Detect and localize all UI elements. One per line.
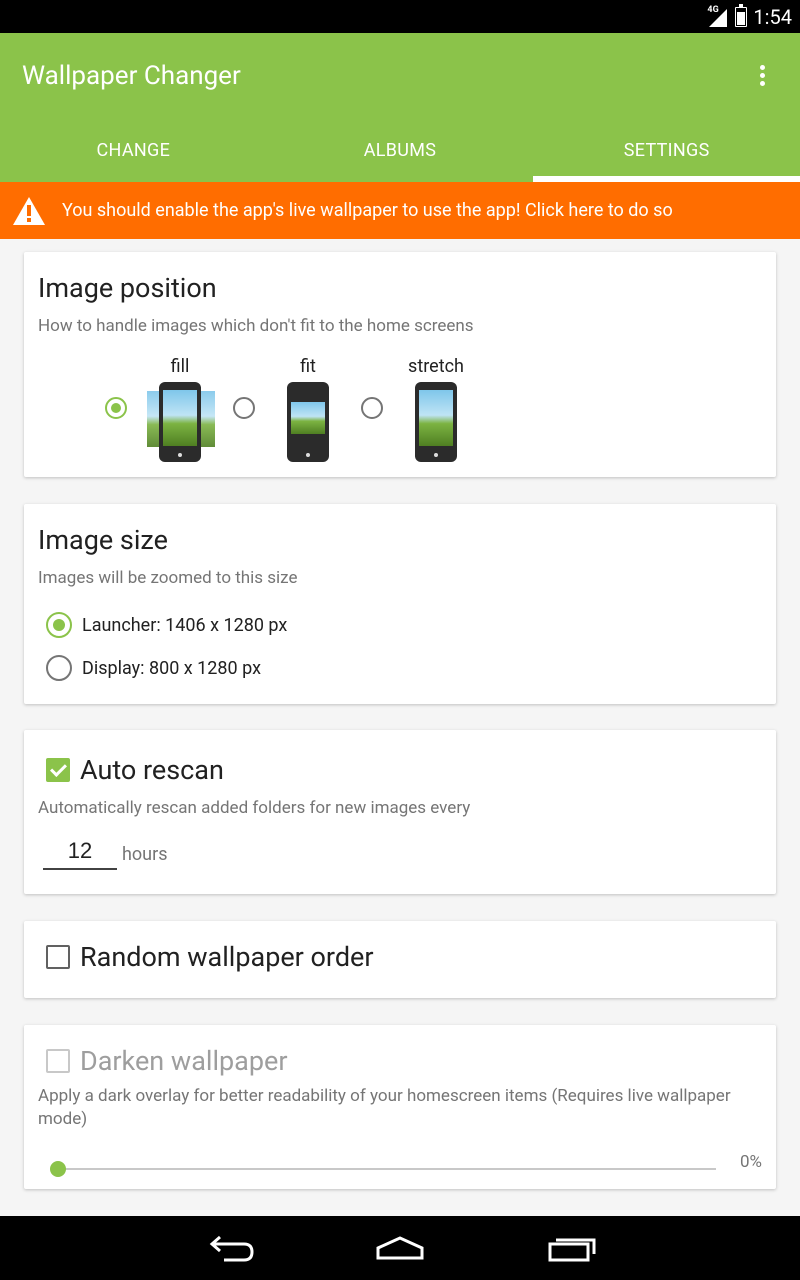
tab-bar: CHANGE ALBUMS SETTINGS [0, 118, 800, 182]
darken-slider-thumb[interactable] [50, 1161, 66, 1177]
display-size-radio[interactable] [46, 655, 72, 681]
home-icon[interactable] [370, 1232, 430, 1264]
position-stretch-radio[interactable] [361, 397, 383, 419]
fill-phone-icon [159, 382, 201, 462]
display-size-label: Display: 800 x 1280 px [82, 657, 262, 679]
auto-rescan-card: Auto rescan Automatically rescan added f… [24, 730, 776, 894]
position-fill-label: fill [170, 356, 190, 377]
banner-text: You should enable the app's live wallpap… [62, 200, 673, 221]
position-fit-radio[interactable] [233, 397, 255, 419]
clock: 1:54 [753, 4, 792, 29]
auto-rescan-toggle[interactable]: Auto rescan [46, 754, 224, 786]
image-size-card: Image size Images will be zoomed to this… [24, 504, 776, 704]
fit-phone-icon [287, 382, 329, 462]
overflow-menu-icon[interactable] [758, 65, 766, 89]
status-icons: 4G 1:54 [707, 0, 792, 33]
image-position-subtitle: How to handle images which don't fit to … [38, 316, 474, 336]
darken-wallpaper-card: Darken wallpaper Apply a dark overlay fo… [24, 1025, 776, 1189]
launcher-size-radio[interactable] [46, 612, 72, 638]
image-size-subtitle: Images will be zoomed to this size [38, 568, 298, 588]
tab-change[interactable]: CHANGE [0, 118, 267, 182]
tab-albums[interactable]: ALBUMS [267, 118, 534, 182]
battery-icon [735, 3, 748, 27]
app-title: Wallpaper Changer [22, 61, 241, 91]
recents-icon[interactable] [542, 1232, 602, 1264]
image-position-title: Image position [38, 272, 217, 304]
auto-rescan-title: Auto rescan [80, 754, 224, 786]
darken-slider-track[interactable] [58, 1168, 716, 1170]
tab-settings[interactable]: SETTINGS [533, 118, 800, 182]
navigation-bar [0, 1216, 800, 1280]
random-order-card: Random wallpaper order [24, 921, 776, 998]
size-option-launcher[interactable]: Launcher: 1406 x 1280 px [46, 612, 287, 638]
image-size-title: Image size [38, 524, 168, 556]
live-wallpaper-warning-banner[interactable]: You should enable the app's live wallpap… [0, 182, 800, 239]
random-order-toggle[interactable]: Random wallpaper order [46, 941, 374, 973]
darken-title: Darken wallpaper [80, 1045, 288, 1077]
status-bar: 4G 1:54 [0, 0, 800, 33]
rescan-hours-input[interactable] [43, 834, 117, 870]
size-option-display[interactable]: Display: 800 x 1280 px [46, 655, 261, 681]
position-stretch-label: stretch [408, 356, 464, 377]
signal-icon: 4G [707, 5, 729, 27]
launcher-size-label: Launcher: 1406 x 1280 px [82, 614, 288, 636]
position-fill-radio[interactable] [105, 397, 127, 419]
darken-subtitle: Apply a dark overlay for better readabil… [38, 1086, 731, 1129]
auto-rescan-subtitle: Automatically rescan added folders for n… [38, 798, 471, 818]
back-icon[interactable] [200, 1232, 260, 1264]
rescan-hours-unit: hours [122, 844, 168, 865]
auto-rescan-checkbox[interactable] [46, 758, 70, 782]
darken-value-label: 0% [739, 1152, 762, 1172]
random-order-title: Random wallpaper order [80, 941, 374, 973]
stretch-phone-icon [415, 382, 457, 462]
position-fit-label: fit [300, 356, 316, 377]
darken-toggle[interactable]: Darken wallpaper [46, 1045, 287, 1077]
darken-checkbox[interactable] [46, 1049, 70, 1073]
random-order-checkbox[interactable] [46, 945, 70, 969]
app-bar: Wallpaper Changer CHANGE ALBUMS SETTINGS [0, 33, 800, 182]
image-position-card: Image position How to handle images whic… [24, 252, 776, 477]
warning-icon [13, 196, 45, 225]
